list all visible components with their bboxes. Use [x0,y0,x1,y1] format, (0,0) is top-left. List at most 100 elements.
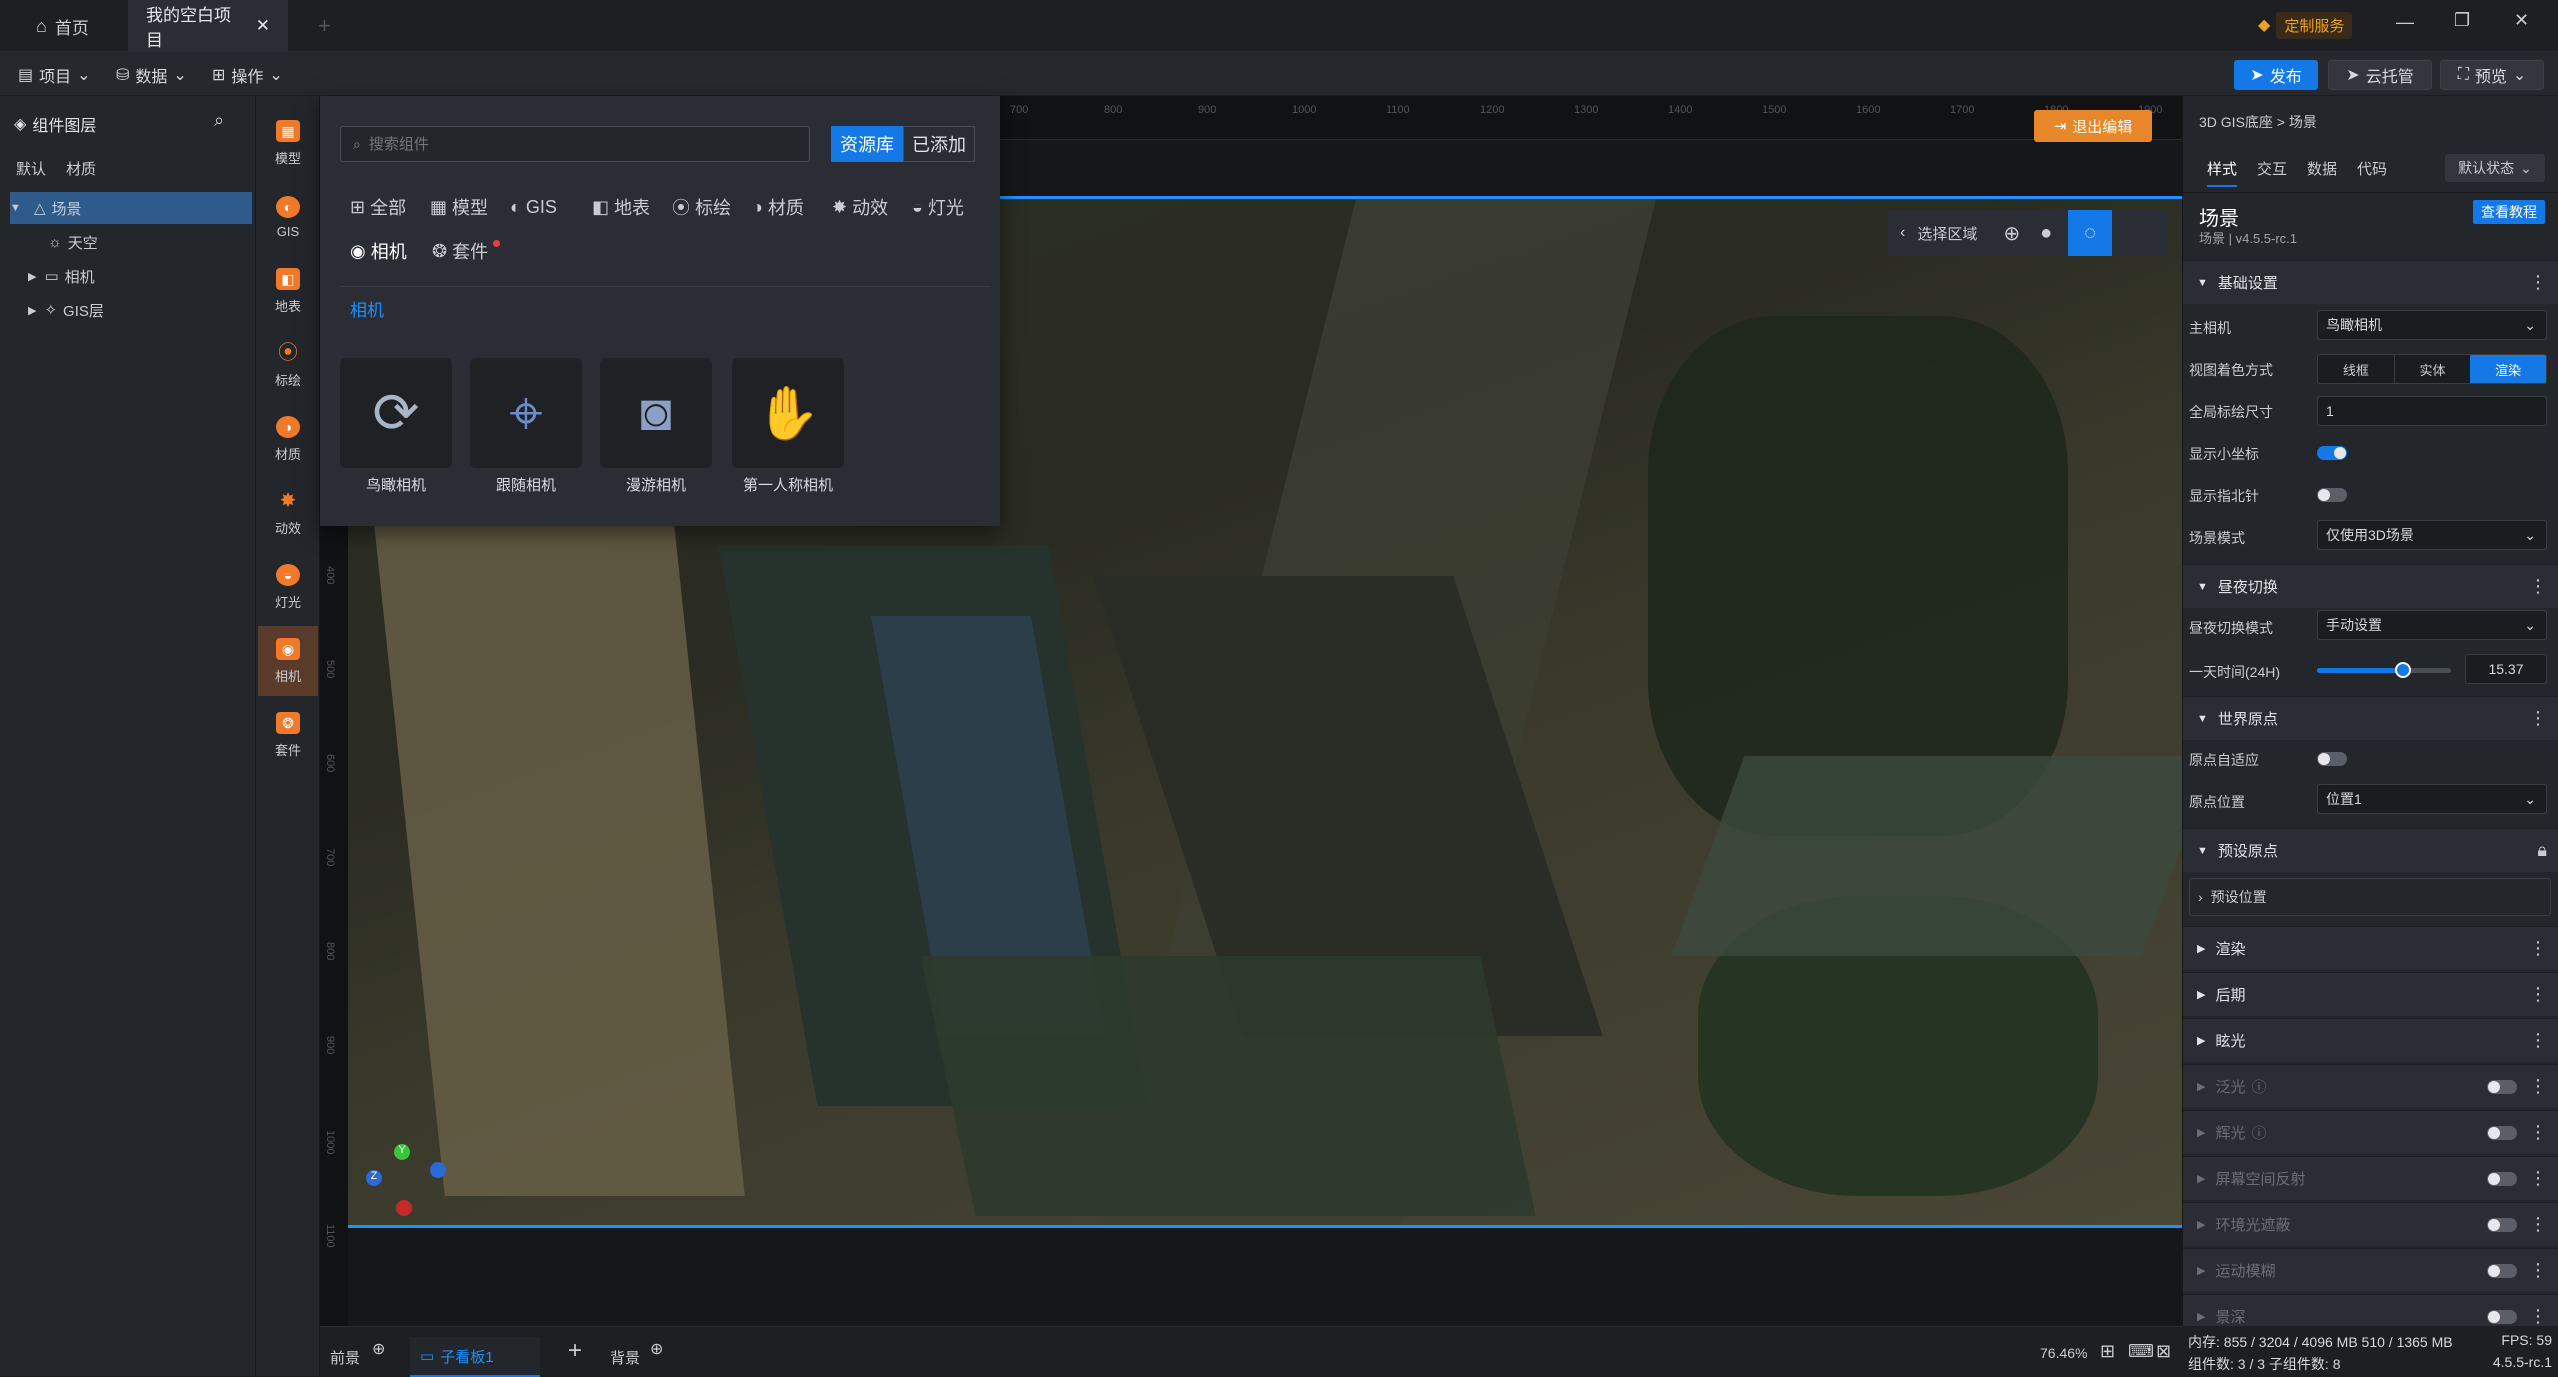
tree-item-sky[interactable]: ☼ 天空 [10,226,252,258]
globe-grid-icon[interactable]: ⊕ [2003,221,2020,246]
tab-data[interactable]: 数据 [2307,158,2337,179]
add-circle-icon[interactable]: ⊕ [650,1339,663,1359]
cat-all[interactable]: ⊞ 全部 [350,192,406,222]
zoom-level[interactable]: 76.46% [2040,1345,2087,1361]
terminal-icon[interactable]: ⊠ [2156,1341,2171,1362]
close-icon[interactable]: ✕ [256,16,270,36]
cat-gis[interactable]: ◐ GIS [510,192,557,222]
cat-material[interactable]: ◑ 材质 [752,192,804,222]
bloom-toggle[interactable] [2487,1080,2517,1094]
main-camera-select[interactable]: 鸟瞰相机 ⌄ [2317,310,2547,340]
section-post[interactable]: ▶ 后期 ⋮ [2183,972,2558,1016]
subview-tab[interactable]: ▭ 子看板1 [410,1337,540,1377]
publish-button[interactable]: ➤ 发布 [2234,60,2318,90]
background-tab[interactable]: 背景 [610,1347,640,1368]
layers-tab-default[interactable]: 默认 [16,158,46,179]
section-motion-blur[interactable]: ▶ 运动模糊 ⋮ [2183,1248,2558,1292]
orbit-icon[interactable]: ◌ [2068,210,2113,256]
tab-project[interactable]: 我的空白项目 ✕ [128,0,288,52]
data-menu[interactable]: ⛁ 数据 ⌄ [108,60,195,90]
motion-blur-toggle[interactable] [2487,1264,2517,1278]
layers-tab-material[interactable]: 材质 [66,158,96,179]
rail-item-kit[interactable]: ❂ 套件 [258,700,318,770]
preset-position-item[interactable]: › 预设位置 [2189,878,2551,916]
rail-item-model[interactable]: ▦ 模型 [258,108,318,178]
window-close-icon[interactable]: ✕ [2514,10,2529,31]
library-button[interactable]: 资源库 [831,126,903,162]
cat-ground[interactable]: ◧ 地表 [592,192,650,222]
tab-home[interactable]: ⌂ 首页 [18,0,107,52]
view-opt-render[interactable]: 渲染 [2470,355,2546,383]
keyboard-icon[interactable]: ⌨ [2128,1341,2154,1362]
tab-style[interactable]: 样式 [2207,158,2238,187]
daynight-mode-select[interactable]: 手动设置 ⌄ [2317,610,2547,640]
tab-interact[interactable]: 交互 [2257,158,2287,179]
rail-item-camera[interactable]: ◉ 相机 [258,626,318,696]
added-button[interactable]: 已添加 [903,126,975,162]
more-icon[interactable]: ⋮ [2529,272,2547,293]
card-firstperson-camera[interactable]: ✋ [732,358,844,468]
section-render[interactable]: ▶ 渲染 ⋮ [2183,926,2558,970]
more-icon[interactable]: ⋮ [2529,708,2547,729]
dof-toggle[interactable] [2487,1310,2517,1324]
ao-toggle[interactable] [2487,1218,2517,1232]
more-icon[interactable]: ⋮ [2529,1306,2547,1327]
section-ao[interactable]: ▶ 环境光遮蔽 ⋮ [2183,1202,2558,1246]
rail-item-gis[interactable]: ◐ GIS [258,182,318,252]
cat-camera[interactable]: ◉ 相机 [350,236,407,266]
glow-toggle[interactable] [2487,1126,2517,1140]
card-roam-camera[interactable]: ◙ [600,358,712,468]
more-icon[interactable]: ⋮ [2529,1030,2547,1051]
section-bloom[interactable]: ▶ 泛光 ⓘ ⋮ [2183,1064,2558,1108]
label-size-input[interactable]: 1 [2317,396,2547,426]
custom-service-button[interactable]: ◆ 定制服务 [2258,10,2353,40]
sphere-icon[interactable]: ● [2040,222,2052,245]
project-menu[interactable]: ▤ 项目 ⌄ [10,60,99,90]
add-tab-icon[interactable]: + [568,1337,582,1365]
exit-edit-button[interactable]: ⇥ 退出编辑 [2034,110,2152,142]
rail-item-material[interactable]: ◑ 材质 [258,404,318,474]
chevron-left-icon[interactable]: ‹ [1900,224,1905,242]
more-icon[interactable]: ⋮ [2529,1076,2547,1097]
fit-screen-icon[interactable]: ⊞ [2100,1341,2115,1362]
rail-item-light[interactable]: ◒ 灯光 [258,552,318,622]
ssr-toggle[interactable] [2487,1172,2517,1186]
search-icon[interactable]: ⌕ [214,110,224,131]
show-compass-toggle[interactable] [2317,488,2347,502]
day-time-input[interactable]: 15.37 [2465,654,2547,684]
operate-menu[interactable]: ⊞ 操作 ⌄ [204,60,291,90]
add-tab-button[interactable]: + [300,0,349,52]
rail-item-ground[interactable]: ◧ 地表 [258,256,318,326]
slider-knob[interactable] [2394,662,2411,678]
tree-item-gis[interactable]: ▶ ✧ GIS层 [10,294,252,326]
preview-button[interactable]: ⛶ 预览 ⌄ [2440,60,2544,90]
section-basic[interactable]: ▼ 基础设置 ⋮ [2183,260,2558,304]
day-time-slider[interactable] [2317,662,2451,678]
card-follow-camera[interactable]: ⌖ [470,358,582,468]
add-circle-icon[interactable]: ⊕ [372,1339,385,1359]
origin-pos-select[interactable]: 位置1 ⌄ [2317,784,2547,814]
section-glare[interactable]: ▶ 眩光 ⋮ [2183,1018,2558,1062]
select-area-button[interactable]: 选择区域 [1917,223,1977,244]
section-glow[interactable]: ▶ 辉光 ⓘ ⋮ [2183,1110,2558,1154]
cat-light[interactable]: ◒ 灯光 [912,192,964,222]
more-icon[interactable]: ⋮ [2529,984,2547,1005]
view-opt-wireframe[interactable]: 线框 [2318,355,2394,383]
cat-effect[interactable]: ✸ 动效 [832,192,888,222]
tree-item-camera[interactable]: ▶ ▭ 相机 [10,260,252,292]
section-origin[interactable]: ▼ 世界原点 ⋮ [2183,696,2558,740]
lock-icon[interactable]: 🔒︎ [2537,840,2547,861]
tab-code[interactable]: 代码 [2357,158,2387,179]
section-daynight[interactable]: ▼ 昼夜切换 ⋮ [2183,564,2558,608]
section-ssr[interactable]: ▶ 屏幕空间反射 ⋮ [2183,1156,2558,1200]
cat-plot[interactable]: ⦿ 标绘 [672,192,731,222]
more-icon[interactable]: ⋮ [2529,1168,2547,1189]
more-icon[interactable]: ⋮ [2529,1214,2547,1235]
card-birdseye-camera[interactable]: ⟳ [340,358,452,468]
tutorial-button[interactable]: 查看教程 [2473,200,2545,224]
cat-model[interactable]: ▦ 模型 [430,192,488,222]
section-preset[interactable]: ▼ 预设原点 🔒︎ [2183,828,2558,872]
search-input[interactable] [368,135,789,153]
restore-icon[interactable]: ❐ [2454,10,2470,31]
rail-item-plot[interactable]: ⦿ 标绘 [258,330,318,400]
